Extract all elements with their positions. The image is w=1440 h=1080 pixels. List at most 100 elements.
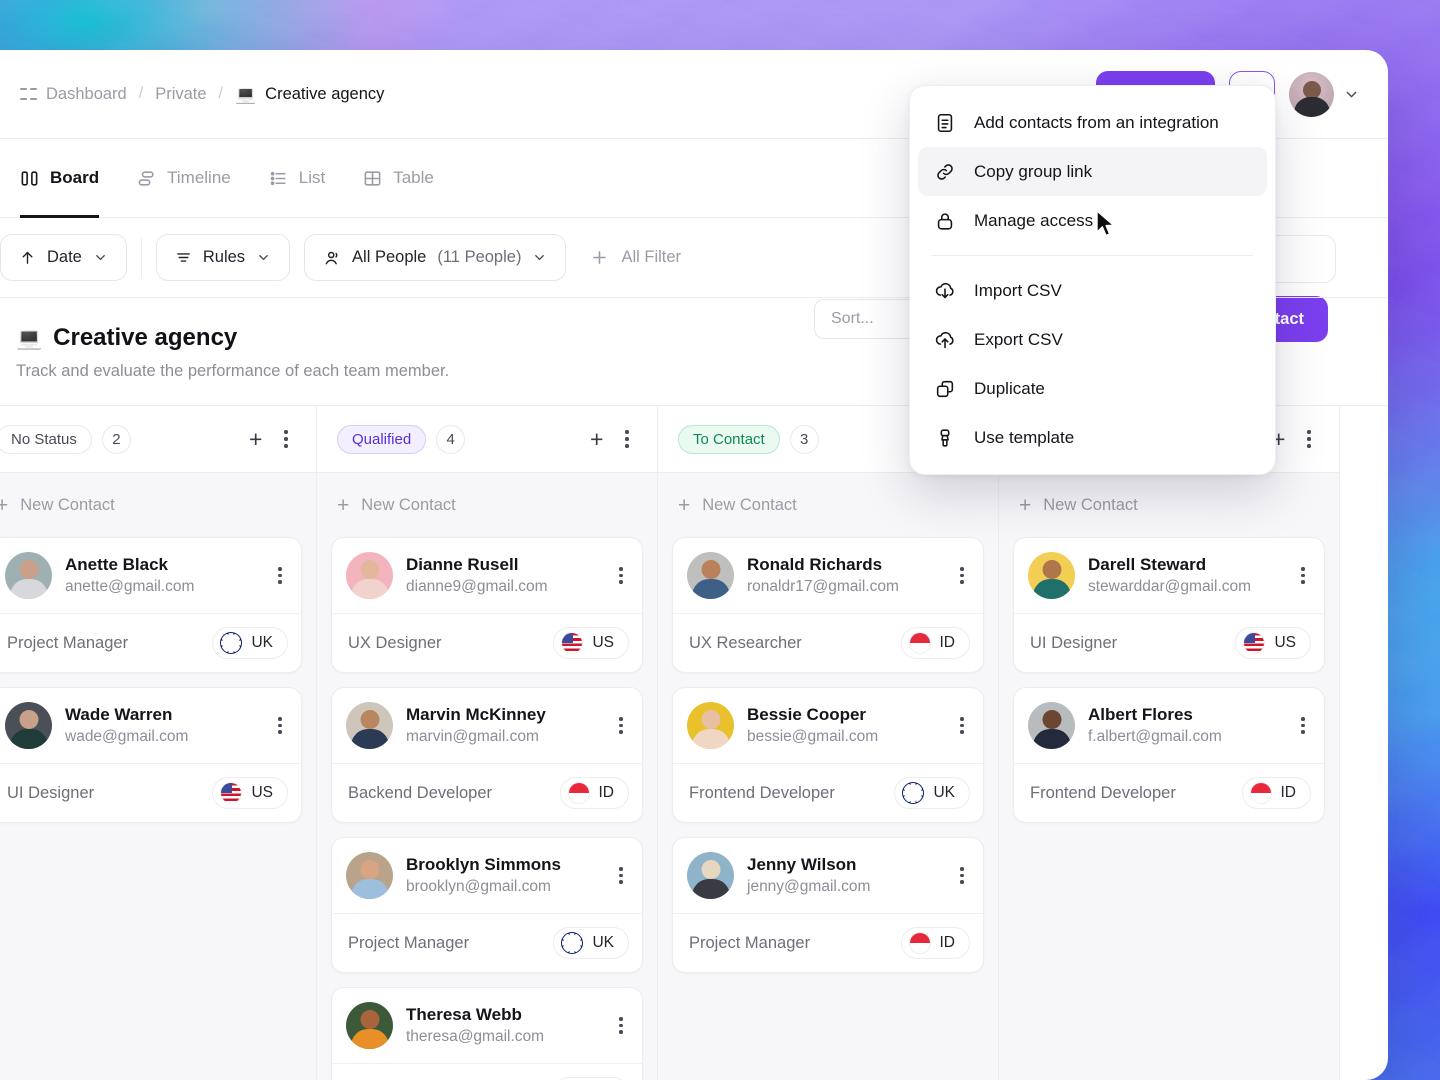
contact-role: Project Manager <box>689 933 811 952</box>
new-contact-row[interactable]: + New Contact <box>331 473 643 537</box>
contact-card[interactable]: Bessie Cooper bessie@gmail.com Frontend De… <box>672 687 984 823</box>
country-badge: ID <box>900 627 970 659</box>
contact-email: brooklyn@gmail.com <box>406 878 551 895</box>
contact-card-header: Brooklyn Simmons brooklyn@gmail.com <box>332 838 642 913</box>
contact-name: Wade Warren <box>65 705 173 724</box>
breadcrumb-item-creative-agency[interactable]: 💻 Creative agency <box>235 85 384 104</box>
filter-people[interactable]: All People (11 People) <box>304 234 567 281</box>
add-card-button[interactable]: + <box>590 427 603 451</box>
contact-card-header: Jenny Wilson jenny@gmail.com <box>673 838 983 913</box>
contact-role: UI Designer <box>1030 633 1118 652</box>
breadcrumb-item-dashboard[interactable]: Dashboard <box>20 85 127 104</box>
account-menu[interactable] <box>1289 71 1360 117</box>
country-badge: UK <box>212 627 288 659</box>
contact-card[interactable]: Marvin McKinney marvin@gmail.com Backend D… <box>331 687 643 823</box>
tab-timeline[interactable]: Timeline <box>137 139 231 218</box>
avatar <box>5 702 52 749</box>
menu-item-copy-group-link[interactable]: Copy group link <box>918 147 1267 196</box>
country-badge: ID <box>900 927 970 959</box>
contact-card-footer: Project Manager UK <box>0 613 301 672</box>
tab-board[interactable]: Board <box>20 139 100 218</box>
card-menu-button[interactable] <box>954 865 970 886</box>
card-count: 3 <box>789 424 819 454</box>
kanban-board: No Status 2 + + New Contact Anette Black anett… <box>0 406 1388 1080</box>
country-label: US <box>1274 634 1296 651</box>
country-badge: ID <box>559 777 629 809</box>
card-menu-button[interactable] <box>1295 565 1311 586</box>
avatar <box>1028 552 1075 599</box>
add-filter-button[interactable]: All Filter <box>580 248 681 267</box>
card-menu-button[interactable] <box>272 715 288 736</box>
filter-rules[interactable]: Rules <box>155 234 291 281</box>
card-menu-button[interactable] <box>954 565 970 586</box>
tab-table[interactable]: Table <box>363 139 434 218</box>
country-label: US <box>251 784 273 801</box>
chevron-down-icon <box>259 255 268 260</box>
card-count: 2 <box>101 424 131 454</box>
tab-label: Board <box>50 168 100 187</box>
table-icon <box>364 170 381 186</box>
contact-card[interactable]: Dianne Rusell dianne9@gmail.com UX Designe… <box>331 537 643 673</box>
menu-item-import-csv[interactable]: Import CSV <box>918 266 1267 315</box>
contact-card[interactable]: Jenny Wilson jenny@gmail.com Project Manag… <box>672 837 984 973</box>
contact-card-header: Marvin McKinney marvin@gmail.com <box>332 688 642 763</box>
menu-item-manage-access[interactable]: Manage access <box>918 196 1267 245</box>
new-contact-row[interactable]: + New Contact <box>0 473 302 537</box>
add-card-button[interactable]: + <box>249 427 262 451</box>
menu-item-export-csv[interactable]: Export CSV <box>918 315 1267 364</box>
tab-list[interactable]: List <box>269 139 325 218</box>
list-icon <box>270 171 286 185</box>
menu-item-use-template[interactable]: Use template <box>918 413 1267 462</box>
column-body: + New Contact Darell Steward stewarddar@gma… <box>999 472 1339 1080</box>
contact-card[interactable]: Wade Warren wade@gmail.com UI Designer US <box>0 687 302 823</box>
filter-date[interactable]: Date <box>0 234 127 281</box>
contact-card[interactable]: Darell Steward stewarddar@gmail.com UI Des… <box>1013 537 1325 673</box>
card-count: 4 <box>436 424 466 454</box>
cloud-upload-icon <box>935 331 954 348</box>
card-menu-button[interactable] <box>613 565 629 586</box>
plus-icon: + <box>337 493 350 517</box>
contact-name: Marvin McKinney <box>406 705 546 724</box>
link-icon <box>937 163 953 180</box>
contact-card[interactable]: Theresa Webb theresa@gmail.com UI Designer… <box>331 987 643 1080</box>
card-menu-button[interactable] <box>613 1015 629 1036</box>
lock-icon <box>937 212 953 230</box>
card-menu-button[interactable] <box>613 715 629 736</box>
tab-label: Timeline <box>167 168 231 187</box>
contact-card[interactable]: Anette Black anette@gmail.com Project Mana… <box>0 537 302 673</box>
contact-email: jenny@gmail.com <box>747 878 871 895</box>
card-menu-button[interactable] <box>1295 715 1311 736</box>
country-badge: US <box>553 627 629 659</box>
column-menu-button[interactable] <box>278 428 294 449</box>
flag-icon <box>220 782 243 804</box>
new-contact-label: New Contact <box>361 495 456 514</box>
menu-item-add-contacts-from-an-integration[interactable]: Add contacts from an integration <box>918 98 1267 147</box>
plus-icon: + <box>0 493 9 517</box>
column-menu-button[interactable] <box>619 428 635 449</box>
card-menu-button[interactable] <box>272 565 288 586</box>
menu-divider <box>932 255 1253 256</box>
column-menu-button[interactable] <box>1301 428 1317 449</box>
contact-name: Brooklyn Simmons <box>406 855 561 874</box>
menu-item-label: Export CSV <box>974 329 1063 349</box>
contact-role: UX Researcher <box>689 633 802 652</box>
breadcrumb: Dashboard / Private / 💻 Creative agency <box>20 85 384 104</box>
card-menu-button[interactable] <box>613 865 629 886</box>
contact-card[interactable]: Brooklyn Simmons brooklyn@gmail.com Projec… <box>331 837 643 973</box>
new-contact-row[interactable]: + New Contact <box>672 473 984 537</box>
new-contact-row[interactable]: + New Contact <box>1013 473 1325 537</box>
contact-email: ronaldr17@gmail.com <box>747 578 899 595</box>
laptop-icon: 💻 <box>16 326 43 350</box>
filter-people-count: (11 People) <box>437 248 522 266</box>
contact-card-header: Bessie Cooper bessie@gmail.com <box>673 688 983 763</box>
flag-icon <box>561 932 584 954</box>
menu-item-label: Add contacts from an integration <box>974 112 1219 132</box>
breadcrumb-item-private[interactable]: Private <box>155 85 206 104</box>
contact-card-footer: UI Designer US <box>1014 613 1324 672</box>
contact-card[interactable]: Albert Flores f.albert@gmail.com Frontend … <box>1013 687 1325 823</box>
contact-card[interactable]: Ronald Richards ronaldr17@gmail.com UX Res… <box>672 537 984 673</box>
card-menu-button[interactable] <box>954 715 970 736</box>
menu-item-duplicate[interactable]: Duplicate <box>918 364 1267 413</box>
country-label: ID <box>598 784 615 801</box>
country-label: ID <box>1280 784 1297 801</box>
